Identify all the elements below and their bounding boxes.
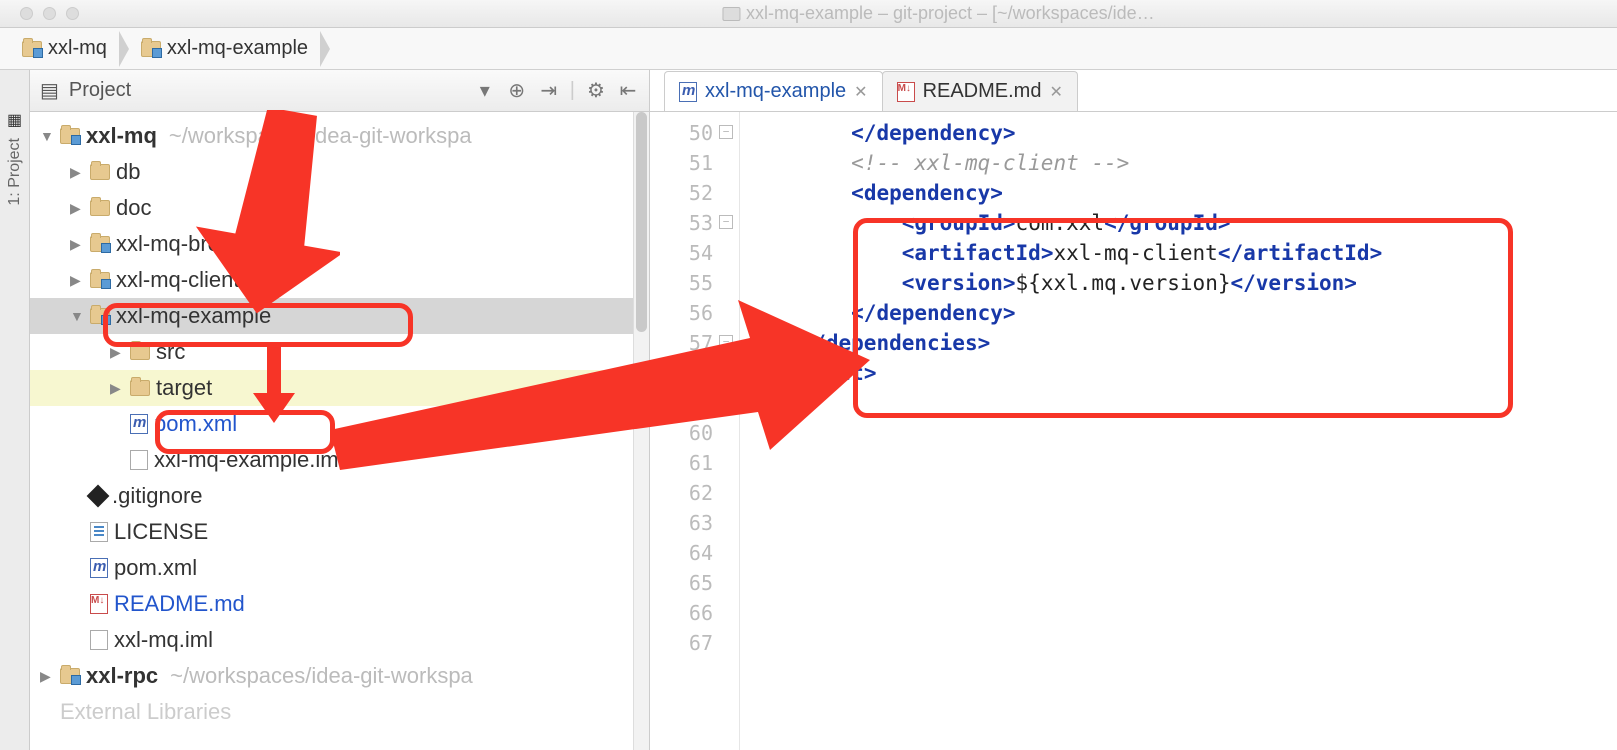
panel-header: ▤ Project ▾ ⊕ ⇥ | ⚙ ⇤ — [30, 70, 649, 112]
external-libraries[interactable]: External Libraries — [30, 694, 649, 730]
tree-root[interactable]: xxl-mq ~/workspaces/idea-git-workspa — [30, 118, 649, 154]
tree-node-LICENSE[interactable]: LICENSE — [30, 514, 649, 550]
tree-node-pom-xml[interactable]: pom.xml — [30, 550, 649, 586]
breadcrumb-item[interactable]: xxl-mq — [14, 35, 121, 62]
tree-node--gitignore[interactable]: .gitignore — [30, 478, 649, 514]
tree-node-src[interactable]: src — [30, 334, 649, 370]
tree-label: pom.xml — [154, 411, 237, 437]
tree-node-xxl-mq-broker[interactable]: xxl-mq-broker — [30, 226, 649, 262]
editor-panel: xxl-mq-example ✕ README.md ✕ 50515253545… — [650, 70, 1617, 750]
fold-icon[interactable]: − — [719, 335, 733, 349]
scrollbar[interactable] — [633, 112, 649, 750]
project-tool-icon[interactable]: ▦ — [7, 110, 22, 130]
close-icon[interactable]: ✕ — [1049, 82, 1062, 102]
git-icon — [87, 485, 110, 508]
file-icon — [90, 630, 108, 650]
folder-icon — [130, 380, 150, 396]
tree-node-README-md[interactable]: README.md — [30, 586, 649, 622]
tab-xxl-mq-example[interactable]: xxl-mq-example ✕ — [664, 71, 883, 111]
project-tool-label[interactable]: 1: Project — [6, 138, 24, 206]
tree-label: db — [116, 159, 140, 185]
editor-body[interactable]: 505152535455565758596061626364656667−−− … — [650, 112, 1617, 750]
panel-dropdown-icon[interactable]: ▾ — [474, 80, 496, 102]
collapse-icon[interactable]: ⇥ — [538, 80, 560, 102]
tree-label: xxl-mq.iml — [114, 627, 213, 653]
line-gutter: 505152535455565758596061626364656667−−− — [650, 112, 740, 750]
tree-label: xxl-mq-broker — [116, 231, 250, 257]
panel-title: Project — [69, 79, 131, 102]
folder-icon — [90, 164, 110, 180]
tree-label: xxl-mq-client — [116, 267, 239, 293]
window-titlebar: xxl-mq-example – git-project – [~/worksp… — [0, 0, 1617, 28]
tree-root[interactable]: xxl-rpc ~/workspaces/idea-git-workspa — [30, 658, 649, 694]
maven-icon — [679, 82, 697, 102]
editor-tabs: xxl-mq-example ✕ README.md ✕ — [650, 70, 1617, 112]
tool-window-stripe[interactable]: ▦ 1: Project — [0, 70, 30, 750]
tree-label: README.md — [114, 591, 245, 617]
tree-node-doc[interactable]: doc — [30, 190, 649, 226]
breadcrumb: xxl-mq xxl-mq-example — [0, 28, 1617, 70]
tree-label: target — [156, 375, 212, 401]
folder-icon — [90, 200, 110, 216]
tree-node-xxl-mq-client[interactable]: xxl-mq-client — [30, 262, 649, 298]
tab-readme[interactable]: README.md ✕ — [882, 71, 1078, 111]
tree-node-db[interactable]: db — [30, 154, 649, 190]
tree-node-xxl-mq-example-iml[interactable]: xxl-mq-example.iml — [30, 442, 649, 478]
zoom-window-icon[interactable] — [66, 7, 79, 20]
tree-label: src — [156, 339, 185, 365]
project-tree[interactable]: xxl-mq ~/workspaces/idea-git-workspa db d… — [30, 112, 649, 750]
tree-label: .gitignore — [112, 483, 203, 509]
close-window-icon[interactable] — [20, 7, 33, 20]
tree-label: xxl-mq-example.iml — [154, 447, 343, 473]
tree-node-xxl-mq-iml[interactable]: xxl-mq.iml — [30, 622, 649, 658]
hide-icon[interactable]: ⇤ — [617, 80, 639, 102]
tree-label: LICENSE — [114, 519, 208, 545]
folder-icon — [130, 344, 150, 360]
minimize-window-icon[interactable] — [43, 7, 56, 20]
window-title: xxl-mq-example – git-project – [~/worksp… — [722, 3, 1155, 24]
folder-icon — [722, 7, 740, 21]
gear-icon[interactable]: ⚙ — [585, 80, 607, 102]
markdown-icon — [90, 594, 108, 614]
project-panel: ▤ Project ▾ ⊕ ⇥ | ⚙ ⇤ xxl-mq ~/workspace… — [30, 70, 650, 750]
tree-node-pom-xml[interactable]: pom.xml — [30, 406, 649, 442]
tree-node-xxl-mq-example[interactable]: xxl-mq-example — [30, 298, 649, 334]
maven-icon — [130, 414, 148, 434]
module-icon — [60, 668, 80, 684]
text-file-icon — [90, 522, 108, 542]
file-icon — [130, 450, 148, 470]
tree-node-target[interactable]: target — [30, 370, 649, 406]
maven-icon — [90, 558, 108, 578]
folder-icon — [90, 308, 110, 324]
close-icon[interactable]: ✕ — [854, 82, 867, 102]
module-icon — [60, 128, 80, 144]
breadcrumb-item[interactable]: xxl-mq-example — [133, 35, 322, 62]
panel-view-icon: ▤ — [40, 78, 59, 103]
markdown-icon — [897, 82, 915, 102]
fold-icon[interactable]: − — [719, 215, 733, 229]
tree-label: doc — [116, 195, 151, 221]
code-area[interactable]: </dependency> <!-- xxl-mq-client --> <de… — [740, 112, 1617, 750]
locate-icon[interactable]: ⊕ — [506, 80, 528, 102]
tree-label: pom.xml — [114, 555, 197, 581]
tree-label: xxl-mq-example — [116, 303, 271, 329]
folder-icon — [90, 272, 110, 288]
folder-icon — [90, 236, 110, 252]
fold-icon[interactable]: − — [719, 125, 733, 139]
